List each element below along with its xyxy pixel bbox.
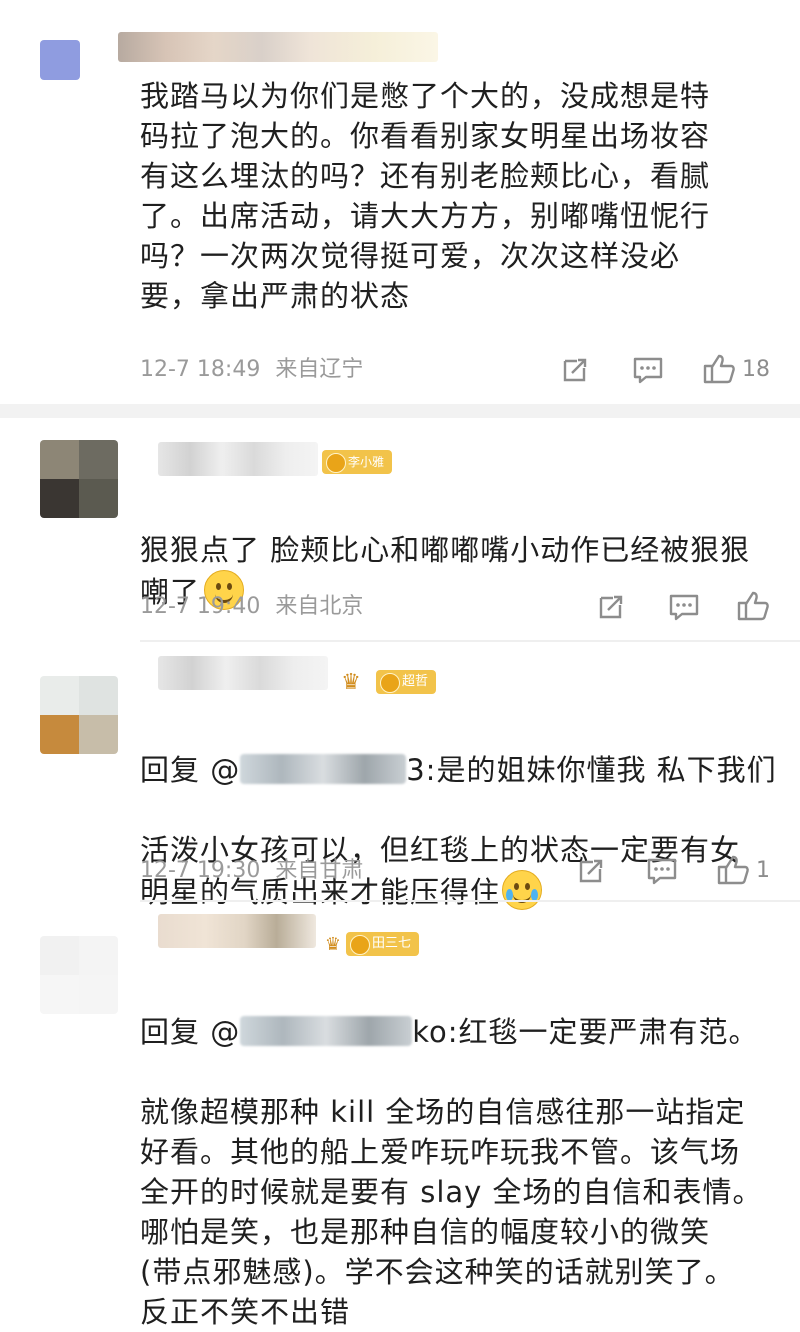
like-count: 18 <box>742 356 770 382</box>
share-button[interactable] <box>596 590 626 624</box>
reply-prefix: 回复 @ <box>140 1015 241 1049</box>
fan-badge: 李小雅 <box>322 450 393 474</box>
comment-3: ♛ 超哲 回复 @3:是的姐妹你懂我 私下我们 活泼小女孩可以，但红毯上的状态一… <box>0 648 800 910</box>
comment-location: 来自甘肃 <box>275 858 364 883</box>
avatar[interactable] <box>40 936 118 1014</box>
username-blurred[interactable] <box>158 442 318 476</box>
thumbs-up-icon <box>703 354 735 384</box>
fan-badge-label: 田三七 <box>372 936 412 951</box>
comment-icon <box>669 594 699 621</box>
comment-button[interactable] <box>646 854 678 888</box>
comment-meta: 12-7 18:49 来自辽宁 <box>140 355 363 385</box>
avatar[interactable] <box>40 40 80 80</box>
thumbs-up-icon <box>737 591 769 621</box>
reply-text: ko:红毯一定要严肃有范。 <box>412 1015 759 1049</box>
share-button[interactable] <box>576 854 606 888</box>
crown-icon: ♛ <box>341 670 361 695</box>
crying-emoji-icon <box>502 870 543 910</box>
comment-button[interactable] <box>632 353 664 387</box>
like-button[interactable]: 1 <box>716 853 770 887</box>
comment-2: 李小雅 狠狠点了 脸颊比心和嘟嘟嘴小动作已经被狠狠 嘲了 12-7 19:40 … <box>0 420 800 640</box>
reply-divider <box>140 900 800 902</box>
comment-location: 来自北京 <box>275 594 364 619</box>
reply-prefix: 回复 @ <box>140 753 241 787</box>
share-icon <box>579 859 603 883</box>
mention-blurred[interactable] <box>240 754 407 784</box>
like-button[interactable]: 18 <box>702 352 770 386</box>
reply-text: 3:是的姐妹你懂我 私下我们 <box>406 753 777 787</box>
fan-badge-label: 超哲 <box>402 674 429 689</box>
like-count: 1 <box>756 857 770 883</box>
comment-text: 我踏马以为你们是憋了个大的，没成想是特 码拉了泡大的。你看看别家女明星出场妆容 … <box>140 79 711 313</box>
avatar[interactable] <box>40 440 118 518</box>
username-blurred[interactable] <box>158 914 316 948</box>
username-blurred[interactable] <box>158 656 328 690</box>
comment-text: 回复 @ ko:红毯一定要严肃有范。 就像超模那种 kill 全场的自信感往那一站… <box>140 972 780 1332</box>
crown-icon: ♛ <box>324 934 342 955</box>
comment-4: ♛ 田三七 回复 @ ko:红毯一定要严肃有范。 就像超模那种 kill 全场的自… <box>0 906 800 1329</box>
comment-icon <box>647 858 677 885</box>
share-button[interactable] <box>560 353 590 387</box>
comment-meta: 12-7 19:30 来自甘肃 <box>140 856 363 886</box>
username-blurred[interactable] <box>118 32 438 62</box>
share-icon <box>599 595 623 619</box>
mention-blurred[interactable] <box>240 1016 413 1046</box>
reply-divider <box>140 640 800 642</box>
comment-1: 我踏马以为你们是憋了个大的，没成想是特 码拉了泡大的。你看看别家女明星出场妆容 … <box>0 0 800 400</box>
fan-badge: 田三七 <box>346 932 420 956</box>
comment-time: 12-7 19:40 <box>140 594 261 619</box>
comment-icon <box>633 357 663 384</box>
share-icon <box>563 358 587 382</box>
comment-meta: 12-7 19:40 来自北京 <box>140 592 363 622</box>
comment-time: 12-7 18:49 <box>140 357 261 382</box>
comment-time: 12-7 19:30 <box>140 858 261 883</box>
comment-location: 来自辽宁 <box>275 357 364 382</box>
comment-text-body: 就像超模那种 kill 全场的自信感往那一站指定 好看。其他的船上爱咋玩咋玩我不… <box>140 1095 763 1329</box>
fan-badge: 超哲 <box>376 670 437 694</box>
section-divider <box>0 404 800 418</box>
comment-button[interactable] <box>668 590 700 624</box>
avatar[interactable] <box>40 676 118 754</box>
thumbs-up-icon <box>717 855 749 885</box>
like-button[interactable] <box>736 589 770 623</box>
fan-badge-label: 李小雅 <box>348 455 385 469</box>
